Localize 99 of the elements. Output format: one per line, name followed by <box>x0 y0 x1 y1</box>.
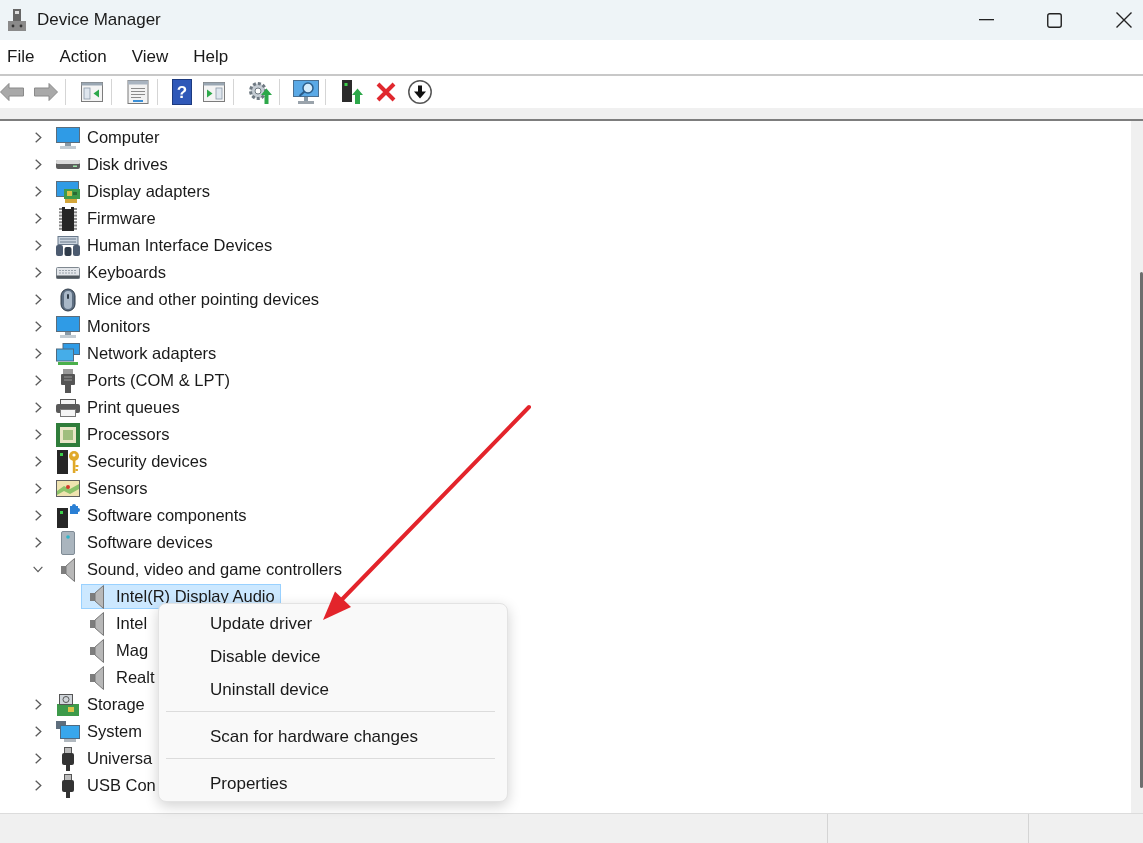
chevron-right-icon[interactable] <box>34 429 42 440</box>
tree-item[interactable]: Sensors <box>52 476 149 501</box>
menu-bar-item[interactable]: Action <box>52 40 114 74</box>
tree-item[interactable]: Ports (COM & LPT) <box>52 368 231 393</box>
port-plug-icon <box>60 368 76 393</box>
pane-window-icon <box>81 82 103 102</box>
monitor-icon <box>56 126 80 149</box>
tree-item[interactable]: Intel <box>81 611 149 636</box>
monitor-icon <box>56 315 80 338</box>
menu-item[interactable]: Scan for hardware changes <box>159 720 507 753</box>
maximize-icon <box>1046 12 1062 28</box>
device-arrow-icon <box>341 80 363 104</box>
tree-item[interactable]: Processors <box>52 422 171 447</box>
tree-item[interactable]: Mag <box>81 638 150 663</box>
tree-item[interactable]: Software devices <box>52 530 214 555</box>
speaker-icon <box>90 638 104 663</box>
chevron-right-icon[interactable] <box>34 159 42 170</box>
chevron-right-icon[interactable] <box>34 537 42 548</box>
tower-key-icon <box>56 449 80 474</box>
arrow-left-icon <box>0 83 24 101</box>
device-icon <box>8 9 26 31</box>
tree-item[interactable]: USB Con <box>52 773 157 798</box>
chevron-right-icon[interactable] <box>34 321 42 332</box>
tree-item[interactable]: Sound, video and game controllers <box>52 557 343 582</box>
chevron-right-icon[interactable] <box>34 186 42 197</box>
tree-item[interactable]: Display adapters <box>52 179 211 204</box>
chevron-right-icon[interactable] <box>34 375 42 386</box>
chevron-right-icon[interactable] <box>34 294 42 305</box>
processor-icon <box>56 422 80 447</box>
menu-bar-item[interactable]: Help <box>186 40 236 74</box>
toolbar-button[interactable] <box>340 79 364 105</box>
tree-item[interactable]: Firmware <box>52 206 157 231</box>
tree-item[interactable]: Disk drives <box>52 152 169 177</box>
speaker-icon <box>61 557 75 582</box>
tree-item[interactable]: Mice and other pointing devices <box>52 287 321 312</box>
keyboard-icon <box>56 266 80 279</box>
cross-icon <box>376 82 396 102</box>
tree-item[interactable]: Monitors <box>52 314 152 339</box>
tree-item[interactable]: Realt <box>81 665 156 690</box>
tree-item[interactable]: Network adapters <box>52 341 218 366</box>
speaker-icon <box>90 584 104 609</box>
menu-bar-item[interactable]: View <box>124 40 176 74</box>
chevron-right-icon[interactable] <box>34 510 42 521</box>
gear-arrow-icon <box>248 80 272 104</box>
chevron-right-icon[interactable] <box>34 456 42 467</box>
tower-puzzle-icon <box>56 503 80 528</box>
help-button[interactable]: ? <box>172 79 192 105</box>
printer-icon <box>56 398 80 417</box>
two-monitors-icon <box>56 342 80 365</box>
chevron-right-icon[interactable] <box>34 240 42 251</box>
chip-icon <box>59 206 77 231</box>
chevron-right-icon[interactable] <box>34 402 42 413</box>
arrow-down-circle-icon <box>408 80 432 104</box>
menu-bar-item[interactable]: File <box>0 40 42 74</box>
minimize-icon <box>978 19 994 21</box>
tree-item[interactable]: Computer <box>52 125 161 150</box>
scrollbar-thumb[interactable] <box>1140 272 1143 788</box>
chevron-right-icon[interactable] <box>34 483 42 494</box>
close-icon <box>1116 12 1132 28</box>
monitor-search-icon <box>293 80 319 104</box>
chevron-right-icon[interactable] <box>34 753 42 764</box>
monitor-card-icon <box>56 180 80 203</box>
document-list-icon <box>127 80 149 104</box>
tree-item[interactable]: Universa <box>52 746 154 771</box>
speaker-icon <box>90 665 104 690</box>
tree-item[interactable]: Human Interface Devices <box>52 233 274 258</box>
usb-plug-icon <box>62 773 74 798</box>
menu-item[interactable]: Uninstall device <box>159 673 507 706</box>
usb-plug-icon <box>62 746 74 771</box>
speaker-icon <box>90 611 104 636</box>
menu-item[interactable]: Properties <box>159 767 507 800</box>
chevron-down-icon[interactable] <box>33 566 43 573</box>
menu-item[interactable]: Update driver <box>159 607 507 640</box>
input-device-icon <box>56 235 80 256</box>
tree-item[interactable]: Security devices <box>52 449 209 474</box>
chevron-right-icon[interactable] <box>34 267 42 278</box>
chevron-right-icon[interactable] <box>34 348 42 359</box>
toolbar-button[interactable] <box>408 79 432 105</box>
map-icon <box>56 480 80 497</box>
tree-item[interactable]: System <box>52 719 143 744</box>
window-title: Device Manager <box>37 9 161 32</box>
tree-item[interactable]: Keyboards <box>52 260 167 285</box>
menu-item[interactable]: Disable device <box>159 640 507 673</box>
tree-item[interactable]: Storage <box>52 692 146 717</box>
drive-board-icon <box>56 693 80 716</box>
toolbar-button[interactable] <box>294 79 318 105</box>
tree-item[interactable]: Print queues <box>52 395 181 420</box>
chevron-right-icon[interactable] <box>34 699 42 710</box>
tower-icon <box>61 530 75 555</box>
disk-drive-icon <box>56 160 80 169</box>
chevron-right-icon[interactable] <box>34 132 42 143</box>
chevron-right-icon[interactable] <box>34 213 42 224</box>
mouse-icon <box>60 287 76 312</box>
pane-window-icon <box>203 82 225 102</box>
tree-item[interactable]: Software components <box>52 503 248 528</box>
folder-monitor-icon <box>56 720 80 743</box>
chevron-right-icon[interactable] <box>34 726 42 737</box>
arrow-right-icon <box>34 83 58 101</box>
chevron-right-icon[interactable] <box>34 780 42 791</box>
